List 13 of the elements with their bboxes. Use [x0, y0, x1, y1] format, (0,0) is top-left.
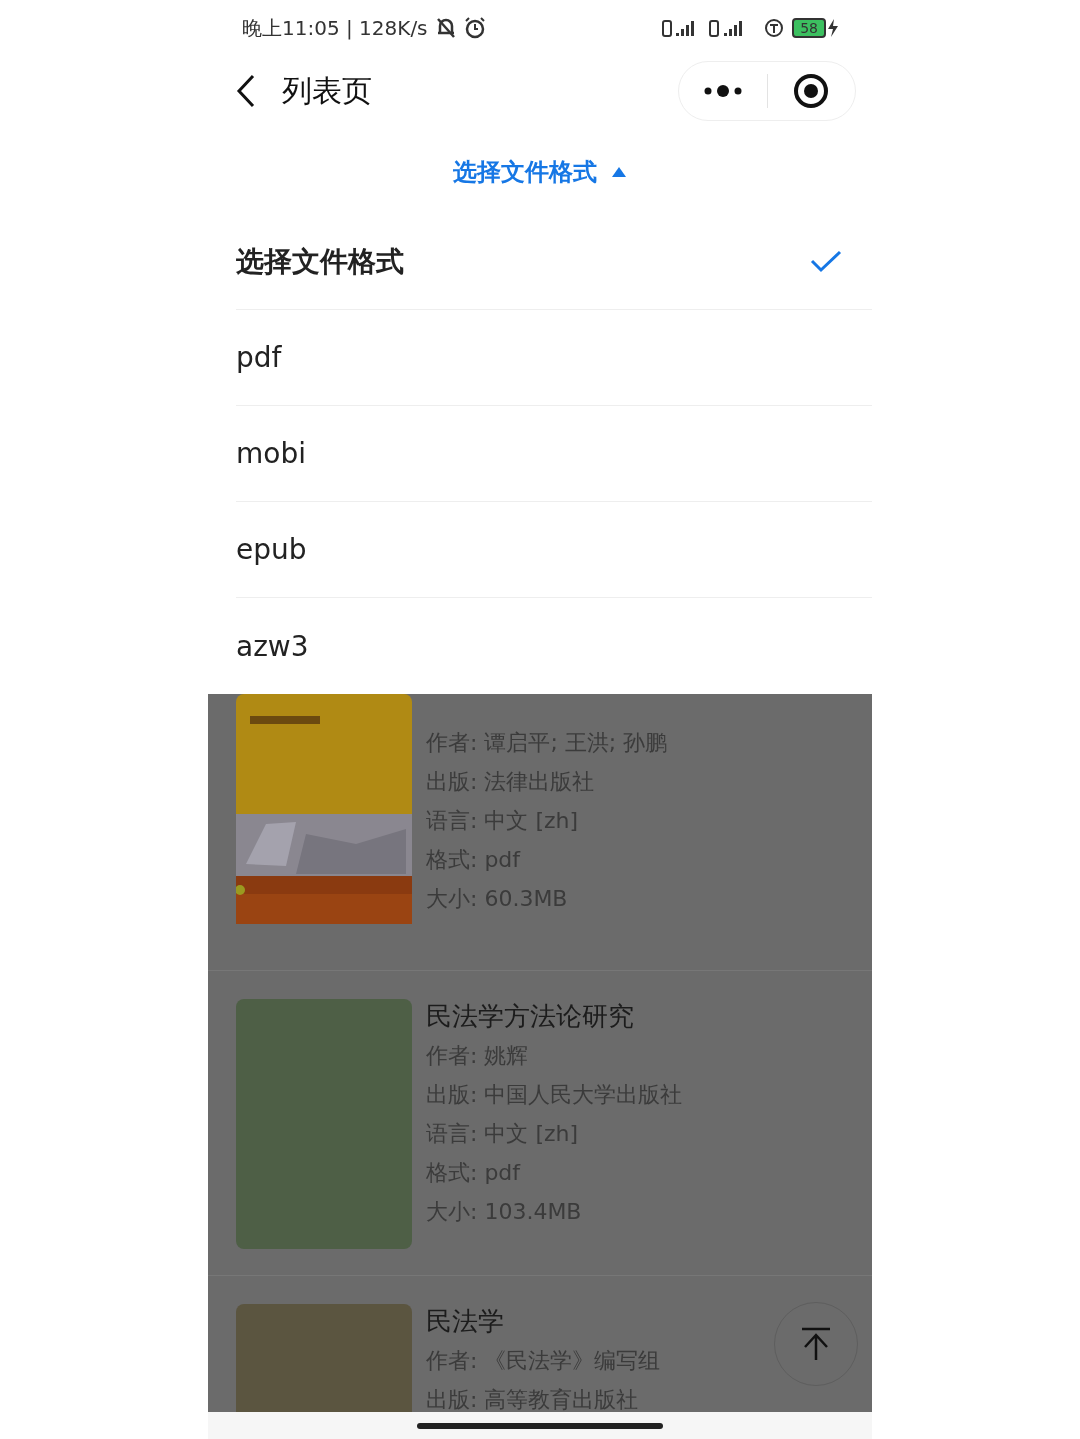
target-icon	[793, 73, 830, 109]
charging-icon	[828, 19, 838, 37]
hotspot-icon	[764, 18, 785, 38]
bell-off-icon	[435, 17, 456, 39]
page-title: 列表页	[282, 71, 373, 110]
battery-indicator: 58	[792, 18, 826, 38]
arrow-up-icon	[801, 1327, 831, 1361]
caret-icon	[611, 166, 627, 178]
status-time: 晚上11:05 | 128K/s	[242, 14, 428, 42]
alarm-icon	[463, 17, 486, 39]
back-icon[interactable]	[236, 74, 256, 108]
check-icon	[810, 249, 842, 274]
more-icon	[703, 85, 742, 97]
